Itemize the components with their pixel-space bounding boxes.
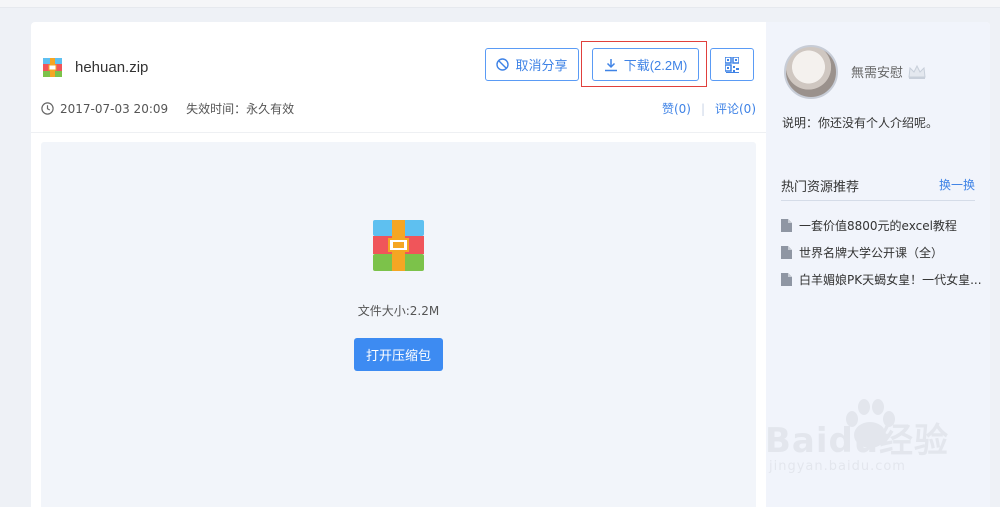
- zip-archive-icon: [373, 220, 424, 271]
- sidebar: 無需安慰 说明：你还没有个人介绍呢。 热门资源推荐 换一换 一套价值8800元的…: [766, 22, 990, 507]
- header-divider: [31, 132, 766, 133]
- hot-resources-header: 热门资源推荐 换一换: [781, 173, 975, 201]
- user-description: 说明：你还没有个人介绍呢。: [782, 116, 939, 130]
- ban-icon: [496, 58, 510, 71]
- hot-resources-list: 一套价值8800元的excel教程 世界名牌大学公开课（全） 白羊媚娘PK天蝎女…: [781, 212, 981, 293]
- zip-file-icon: [43, 58, 62, 77]
- like-link[interactable]: 赞(0): [662, 100, 691, 117]
- top-bar: [0, 0, 1000, 8]
- user-info: 無需安慰: [851, 62, 927, 81]
- actions-separator: |: [700, 101, 705, 116]
- qr-code-icon: [725, 56, 739, 73]
- user-avatar[interactable]: [784, 45, 838, 99]
- list-item-label: 世界名牌大学公开课（全）: [799, 246, 944, 260]
- list-item-label: 白羊媚娘PK天蝎女皇！一代女皇...: [799, 273, 981, 287]
- file-name: hehuan.zip: [75, 59, 149, 76]
- document-icon: [781, 219, 792, 232]
- qr-code-button[interactable]: [710, 48, 754, 81]
- preview-area: 文件大小:2.2M 打开压缩包: [41, 142, 756, 507]
- document-icon: [781, 273, 792, 286]
- expire-time: 失效时间：永久有效: [186, 102, 295, 116]
- clock-icon: [41, 102, 54, 115]
- download-highlight-box: [581, 41, 707, 87]
- file-size-text: 文件大小:2.2M: [357, 304, 440, 318]
- share-card: hehuan.zip 取消分享 下载(2.2M) 2017-07-03 20:0…: [31, 22, 990, 507]
- list-item[interactable]: 白羊媚娘PK天蝎女皇！一代女皇...: [781, 266, 981, 293]
- share-date: 2017-07-03 20:09: [60, 101, 169, 116]
- hot-resources-title: 热门资源推荐: [781, 180, 860, 195]
- main-panel: hehuan.zip 取消分享 下载(2.2M) 2017-07-03 20:0…: [31, 22, 766, 507]
- document-icon: [781, 246, 792, 259]
- list-item[interactable]: 一套价值8800元的excel教程: [781, 212, 981, 239]
- refresh-link[interactable]: 换一换: [939, 176, 975, 193]
- cancel-share-label: 取消分享: [515, 58, 568, 73]
- file-meta: 2017-07-03 20:09 失效时间：永久有效: [41, 100, 294, 117]
- list-item-label: 一套价值8800元的excel教程: [799, 219, 957, 233]
- open-archive-button[interactable]: 打开压缩包: [354, 338, 443, 371]
- user-name[interactable]: 無需安慰: [851, 62, 903, 81]
- cancel-share-button[interactable]: 取消分享: [485, 48, 579, 81]
- crown-icon: [908, 64, 926, 79]
- comment-link[interactable]: 评论(0): [715, 100, 756, 117]
- social-actions: 赞(0) | 评论(0): [662, 100, 756, 117]
- list-item[interactable]: 世界名牌大学公开课（全）: [781, 239, 981, 266]
